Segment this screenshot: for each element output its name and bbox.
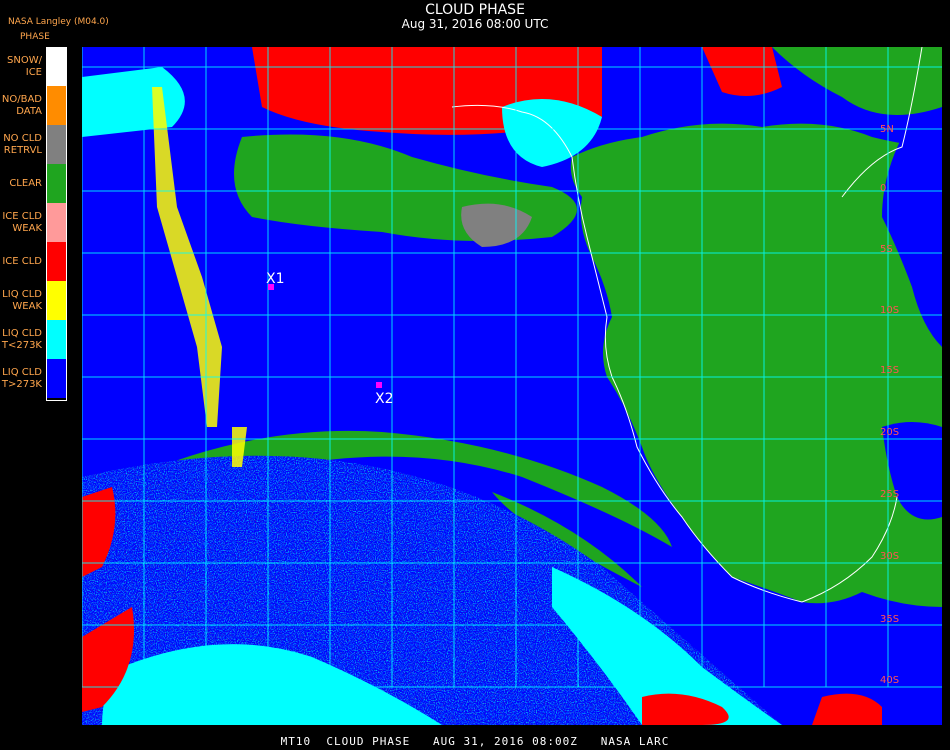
latitude-label: 5S xyxy=(880,244,893,255)
legend-label: ICE CLD WEAK xyxy=(2,210,42,234)
cold-liquid-cloud xyxy=(82,67,185,137)
marker-x2-label: X2 xyxy=(375,391,394,407)
chart-subtitle: Aug 31, 2016 08:00 UTC xyxy=(401,17,549,31)
legend-label: NO/BAD DATA xyxy=(1,93,42,117)
footer-caption: MT10 CLOUD PHASE AUG 31, 2016 08:00Z NAS… xyxy=(280,735,670,748)
legend-label: LIQ CLD T<273K xyxy=(1,327,42,351)
latitude-label: 10S xyxy=(880,305,899,316)
chart-title: CLOUD PHASE xyxy=(425,2,525,18)
legend-source: NASA Langley (M04.0) xyxy=(8,17,109,27)
latitude-label: 30S xyxy=(880,551,899,562)
marker-x1-label: X1 xyxy=(266,271,285,287)
latitude-label: 25S xyxy=(880,489,899,500)
latitude-label: 0 xyxy=(880,183,886,194)
latitude-label: 40S xyxy=(880,675,899,686)
latitude-label: 5N xyxy=(880,124,894,135)
legend-frame xyxy=(46,47,67,401)
latitude-label: 20S xyxy=(880,427,899,438)
cloud-phase-map: 5N 0 5S 10S 15S 20S 25S 30S 35S 40S X1 X2 xyxy=(82,47,942,725)
latitude-label: 35S xyxy=(880,614,899,625)
latitude-label: 15S xyxy=(880,365,899,376)
legend-label: SNOW/ ICE xyxy=(7,54,42,78)
legend-label: NO CLD RETRVL xyxy=(3,132,42,156)
legend-label: CLEAR xyxy=(9,177,42,189)
legend-heading: PHASE xyxy=(20,32,50,42)
legend-label: LIQ CLD T>273K xyxy=(1,366,42,390)
legend-label: ICE CLD xyxy=(2,255,42,267)
legend-label: LIQ CLD WEAK xyxy=(2,288,42,312)
marker-x2-point xyxy=(376,382,382,388)
